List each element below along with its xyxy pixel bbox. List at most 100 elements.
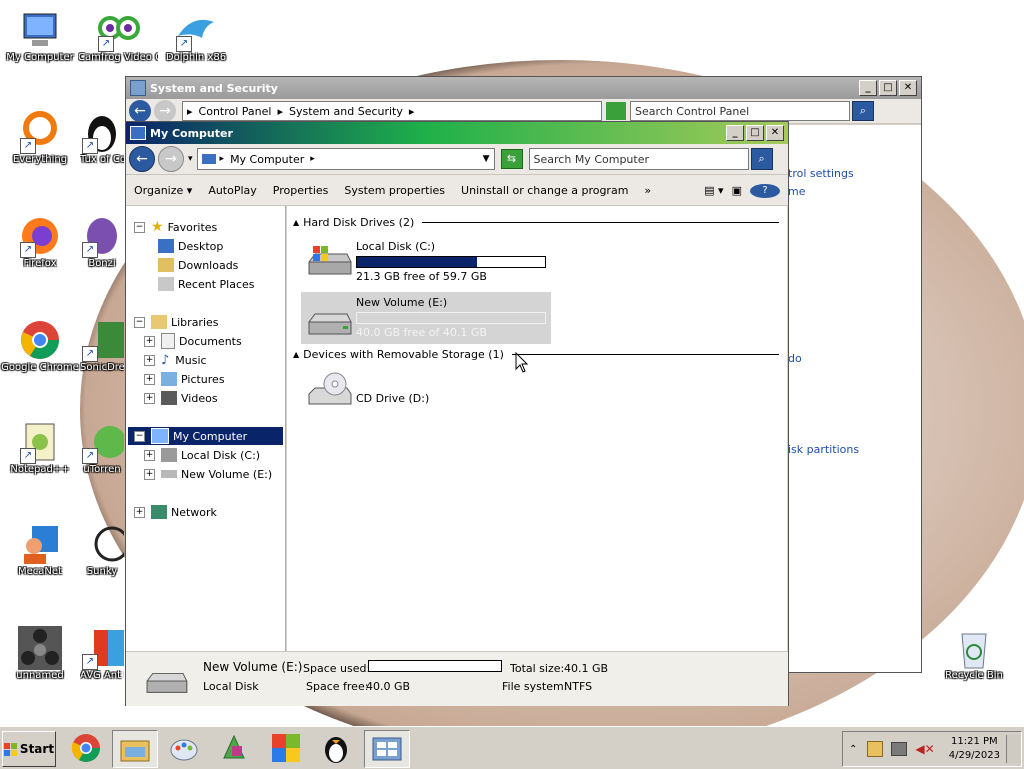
desktop-icon-chrome[interactable]: Google Chrome [0, 318, 80, 374]
uninstall-program-button[interactable]: Uninstall or change a program [453, 184, 636, 197]
collapse-icon[interactable]: − [134, 221, 145, 233]
search-icon[interactable]: ⌕ [852, 101, 874, 121]
expand-icon[interactable]: + [144, 373, 155, 385]
taskbar-app-green[interactable] [212, 730, 256, 766]
back-link[interactable]: trol settings [788, 167, 854, 180]
collapse-icon[interactable]: − [134, 316, 145, 328]
desktop-icon-sonic[interactable]: ↗ SonicDre - Shor [80, 318, 124, 374]
desktop-icon-tux[interactable]: ↗ Tux of Comm [80, 110, 124, 166]
taskbar-chrome[interactable] [64, 730, 108, 766]
nav-network[interactable]: + Network [134, 503, 217, 521]
desktop-icon-sunky[interactable]: Sunky [80, 522, 124, 578]
nav-documents[interactable]: + Documents [144, 332, 242, 350]
autoplay-button[interactable]: AutoPlay [200, 184, 264, 197]
my-computer-window[interactable]: My Computer _ □ ✕ ← → ▾ ▸ My Computer ▸ … [125, 121, 789, 706]
desktop-icon-my-computer[interactable]: My Computer [0, 8, 80, 64]
organize-button[interactable]: Organize ▾ [126, 184, 200, 197]
minimize-button[interactable]: _ [726, 125, 744, 141]
minimize-button[interactable]: _ [859, 80, 877, 96]
back-link[interactable]: me [788, 185, 805, 198]
collapse-icon[interactable]: − [134, 430, 145, 442]
address-field[interactable]: ▸ My Computer ▸ ▼ [196, 148, 495, 170]
drive-cd-d[interactable]: CD Drive (D:) [301, 370, 461, 420]
close-button[interactable]: ✕ [766, 125, 784, 141]
desktop-icon-everything[interactable]: ↗ Everything [0, 110, 80, 166]
clock[interactable]: 11:21 PM 4/29/2023 [949, 735, 1000, 763]
back-link[interactable]: do [788, 352, 802, 365]
nav-music[interactable]: + ♪ Music [144, 351, 207, 369]
taskbar-explorer[interactable] [112, 730, 158, 768]
desktop-icon-avg[interactable]: ↗ AVG Ant Fre [80, 626, 124, 682]
collapse-arrow-icon[interactable]: ▲ [293, 350, 299, 359]
refresh-icon[interactable] [606, 102, 626, 120]
collapse-arrow-icon[interactable]: ▲ [293, 218, 299, 227]
desktop-icon-dolphin[interactable]: ↗ Dolphin x86 [156, 8, 236, 64]
nav-new-volume-e[interactable]: + New Volume (E:) [144, 465, 272, 483]
expand-icon[interactable]: + [144, 392, 155, 404]
network-status-icon[interactable] [891, 742, 908, 756]
nav-libraries[interactable]: − Libraries [134, 313, 219, 331]
back-link[interactable]: isk partitions [788, 443, 859, 456]
desktop-icon-recycle-bin[interactable]: Recycle Bin [934, 626, 1014, 682]
expand-icon[interactable]: + [144, 335, 155, 347]
nav-pictures[interactable]: + Pictures [144, 370, 225, 388]
help-icon[interactable]: ? [746, 183, 788, 198]
preview-pane-icon[interactable]: ▣ [728, 184, 746, 197]
view-options-icon[interactable]: ▤ ▾ [700, 184, 727, 197]
search-icon[interactable]: ⌕ [750, 148, 773, 170]
more-commands-button[interactable]: » [636, 184, 659, 197]
expand-icon[interactable]: + [144, 449, 155, 461]
nav-desktop[interactable]: Desktop [158, 237, 223, 255]
maximize-button[interactable]: □ [746, 125, 764, 141]
back-icon[interactable]: ← [129, 100, 151, 122]
taskbar-control-panel[interactable] [364, 730, 410, 768]
expand-icon[interactable]: + [144, 468, 155, 480]
desktop-icon-utorrent[interactable]: ↗ uTorren [80, 420, 124, 476]
desktop-icon-firefox[interactable]: ↗ Firefox [0, 214, 80, 270]
group-header-hdd[interactable]: ▲ Hard Disk Drives (2) [293, 216, 779, 229]
group-header-removable[interactable]: ▲ Devices with Removable Storage (1) [293, 348, 779, 361]
desktop-icon-mecanet[interactable]: MecaNet [0, 522, 80, 578]
show-hidden-icons-icon[interactable]: ⌃ [849, 744, 857, 755]
nav-videos[interactable]: + Videos [144, 389, 218, 407]
drive-local-disk-c[interactable]: Local Disk (C:) 21.3 GB free of 59.7 GB [301, 236, 551, 286]
close-button[interactable]: ✕ [899, 80, 917, 96]
breadcrumb-my-computer[interactable]: My Computer [230, 153, 304, 166]
refresh-icon[interactable]: ⇆ [500, 149, 523, 169]
forward-icon[interactable]: → [158, 146, 184, 172]
taskbar-avg[interactable] [264, 730, 308, 766]
system-properties-button[interactable]: System properties [336, 184, 453, 197]
system-security-titlebar[interactable]: System and Security _ □ ✕ [126, 77, 921, 99]
show-desktop-button[interactable] [1006, 735, 1021, 763]
breadcrumb-system-security[interactable]: System and Security [289, 105, 403, 118]
expand-icon[interactable]: + [134, 506, 145, 518]
start-button[interactable]: Start [2, 731, 56, 767]
drive-new-volume-e[interactable]: New Volume (E:) 40.0 GB free of 40.1 GB [301, 292, 551, 344]
back-icon[interactable]: ← [129, 146, 155, 172]
properties-button[interactable]: Properties [265, 184, 337, 197]
address-field[interactable]: ▸ Control Panel ▸ System and Security ▸ [182, 101, 602, 121]
desktop-icon-camfrog[interactable]: ↗ Camfrog Video Chat [78, 8, 158, 64]
history-dropdown-icon[interactable]: ▾ [188, 154, 193, 164]
address-dropdown-icon[interactable]: ▼ [483, 154, 490, 164]
breadcrumb-control-panel[interactable]: Control Panel [199, 105, 272, 118]
nav-my-computer[interactable]: − My Computer [128, 427, 283, 445]
my-computer-titlebar[interactable]: My Computer _ □ ✕ [126, 122, 788, 144]
nav-favorites[interactable]: − ★ Favorites [134, 218, 217, 236]
forward-icon[interactable]: → [154, 100, 176, 122]
drive-name: Local Disk (C:) [356, 240, 436, 253]
nav-local-disk-c[interactable]: + Local Disk (C:) [144, 446, 260, 464]
desktop-icon-bonzi[interactable]: ↗ Bonzi [80, 214, 124, 270]
taskbar-tux[interactable] [314, 730, 358, 766]
back-search-input[interactable]: Search Control Panel [630, 101, 850, 121]
search-input[interactable]: Search My Computer [528, 148, 749, 170]
taskbar-paint[interactable] [162, 730, 206, 766]
desktop-icon-notepadpp[interactable]: ↗ Notepad++ [0, 420, 80, 476]
volume-muted-icon[interactable]: ◀✕ [915, 742, 934, 756]
nav-recent-places[interactable]: Recent Places [158, 275, 255, 293]
expand-icon[interactable]: + [144, 354, 155, 366]
action-center-flag-icon[interactable] [867, 741, 884, 757]
maximize-button[interactable]: □ [879, 80, 897, 96]
nav-downloads[interactable]: Downloads [158, 256, 238, 274]
desktop-icon-unnamed[interactable]: unnamed [0, 626, 80, 682]
